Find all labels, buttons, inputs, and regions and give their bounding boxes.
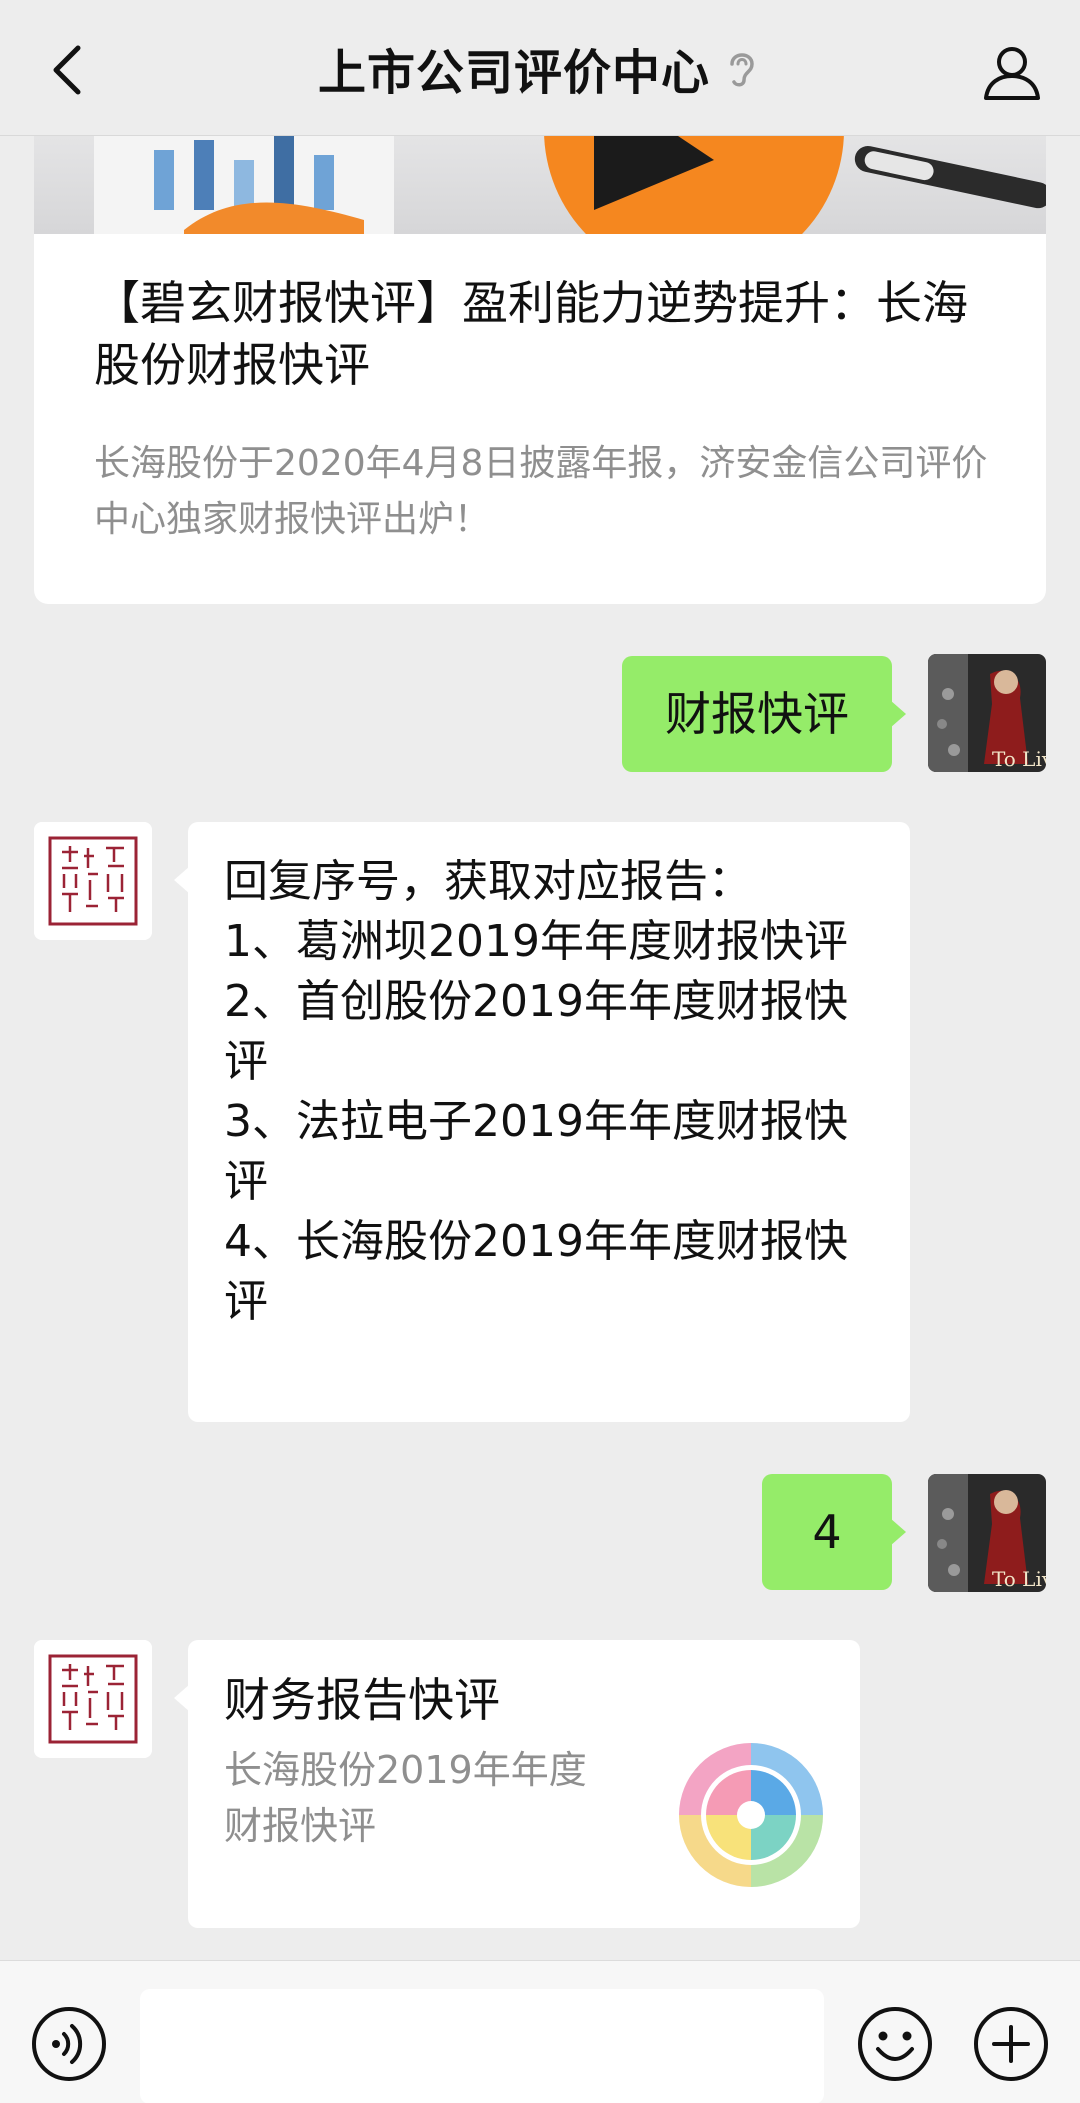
report-option: 1、葛洲坝2019年年度财报快评 xyxy=(224,916,848,967)
user-message-bubble[interactable]: 财报快评 xyxy=(622,656,906,772)
voice-icon[interactable] xyxy=(30,2005,108,2083)
article-title: 【碧玄财报快评】盈利能力逆势提升：长海股份财报快评 xyxy=(94,276,968,392)
report-option: 4、长海股份2019年年度财报快评 xyxy=(224,1216,848,1327)
plus-icon[interactable] xyxy=(972,2005,1050,2083)
report-card-bubble[interactable]: 财务报告快评 长海股份2019年年度财报快评 xyxy=(174,1640,860,1928)
chat-header: 上市公司评价中心 xyxy=(0,0,1080,136)
report-option: 2、首创股份2019年年度财报快评 xyxy=(224,976,848,1087)
emoji-icon[interactable] xyxy=(856,2005,934,2083)
report-option: 3、法拉电子2019年年度财报快评 xyxy=(224,1096,848,1207)
message-input[interactable] xyxy=(140,1989,824,2103)
reply-intro: 回复序号，获取对应报告： xyxy=(224,856,752,907)
org-avatar[interactable] xyxy=(34,822,152,940)
report-thumbnail-image xyxy=(676,1740,826,1890)
user-message-text: 财报快评 xyxy=(665,687,849,741)
seal-logo xyxy=(34,1640,152,1758)
article-card[interactable]: 【碧玄财报快评】盈利能力逆势提升：长海股份财报快评 长海股份于2020年4月8日… xyxy=(34,100,1046,604)
user-message-text: 4 xyxy=(812,1505,842,1559)
user-avatar-caption: To Live xyxy=(992,1567,1046,1591)
user-avatar-caption: To Live xyxy=(992,747,1046,771)
person-icon[interactable] xyxy=(980,40,1044,104)
page-title: 上市公司评价中心 xyxy=(317,44,710,101)
seal-logo xyxy=(34,822,152,940)
title-group: 上市公司评价中心 xyxy=(318,33,762,103)
user-avatar[interactable]: To Live xyxy=(928,1474,1046,1592)
article-description: 长海股份于2020年4月8日披露年报，济安金信公司评价中心独家财报快评出炉！ xyxy=(94,443,988,540)
user-message-bubble[interactable]: 4 xyxy=(762,1474,906,1590)
user-avatar[interactable]: To Live xyxy=(928,654,1046,772)
chevron-left-icon[interactable] xyxy=(40,40,96,100)
report-card-description: 长海股份2019年年度财报快评 xyxy=(224,1748,587,1848)
chat-input-bar xyxy=(0,1960,1080,2103)
org-avatar[interactable] xyxy=(34,1640,152,1758)
ear-icon xyxy=(722,46,762,90)
report-option-list: 1、葛洲坝2019年年度财报快评 2、首创股份2019年年度财报快评 3、法拉电… xyxy=(224,912,874,1332)
org-reply-bubble[interactable]: 回复序号，获取对应报告： 1、葛洲坝2019年年度财报快评 2、首创股份2019… xyxy=(174,822,910,1422)
report-card-title: 财务报告快评 xyxy=(224,1673,500,1727)
